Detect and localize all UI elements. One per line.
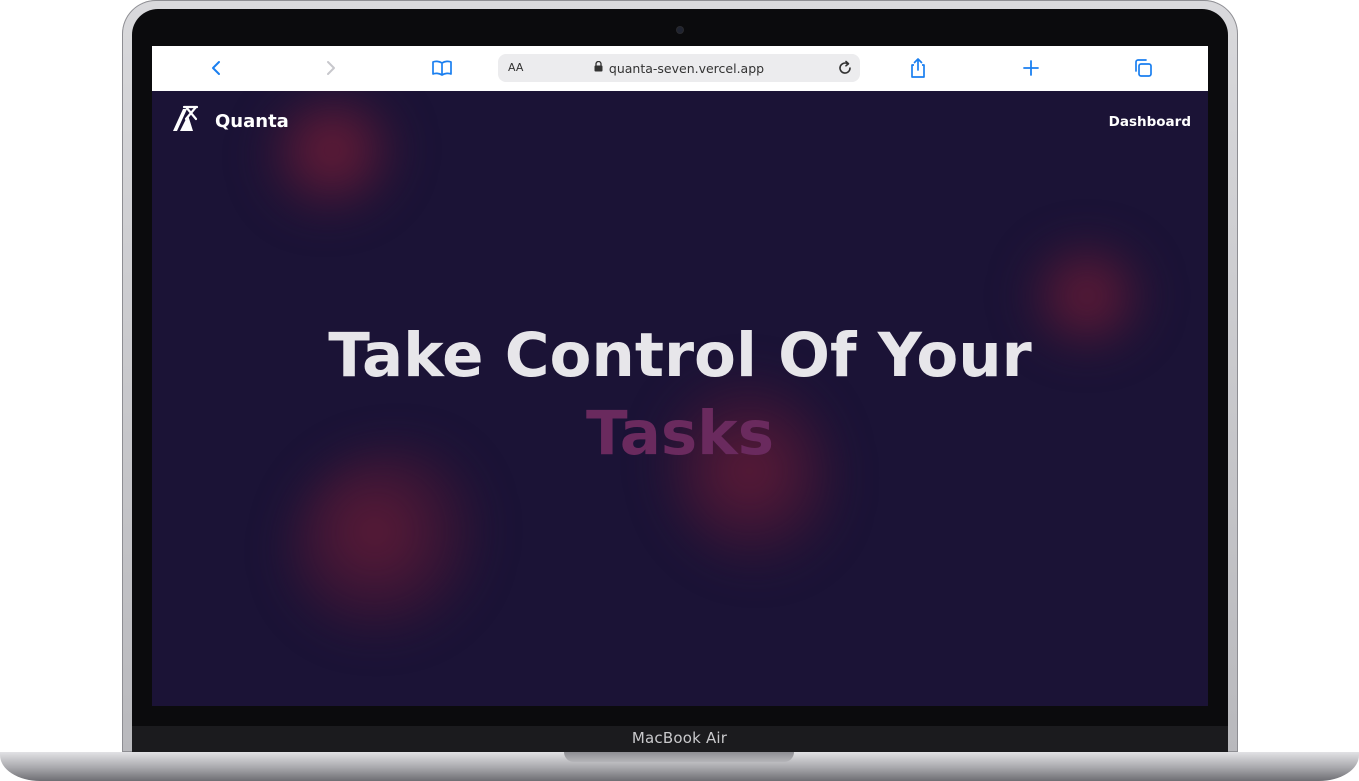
quanta-logo-icon	[171, 105, 199, 138]
hero-line-accent: Tasks	[585, 398, 775, 469]
hero-line-primary: Take Control Of Your	[328, 320, 1032, 391]
lock-icon	[594, 59, 603, 77]
share-icon[interactable]	[905, 55, 931, 81]
book-icon[interactable]	[429, 55, 455, 81]
web-page: Quanta Dashboard Take Control Of Your Ta…	[152, 91, 1208, 706]
decorative-blob	[287, 446, 482, 636]
screen: AA quanta-seven.vercel.app Quanta Dashbo…	[152, 46, 1208, 706]
hero-heading: Take Control Of Your Tasks	[152, 317, 1208, 473]
browser-toolbar: AA quanta-seven.vercel.app	[152, 46, 1208, 92]
brand-link[interactable]: Quanta	[171, 105, 289, 138]
chevron-right-icon[interactable]	[317, 55, 343, 81]
laptop-mockup: AA quanta-seven.vercel.app Quanta Dashbo…	[0, 0, 1359, 781]
brand-name: Quanta	[215, 111, 289, 132]
chevron-left-icon[interactable]	[204, 55, 230, 81]
nav-dashboard-link[interactable]: Dashboard	[1109, 114, 1191, 130]
tabs-icon[interactable]	[1130, 55, 1156, 81]
address-bar[interactable]: AA quanta-seven.vercel.app	[498, 54, 860, 82]
url-display: quanta-seven.vercel.app	[498, 54, 860, 82]
plus-icon[interactable]	[1018, 55, 1044, 81]
lid-notch	[564, 752, 794, 762]
device-label: MacBook Air	[631, 729, 728, 747]
reload-icon[interactable]	[836, 59, 854, 77]
camera-icon	[677, 27, 683, 33]
url-text: quanta-seven.vercel.app	[608, 60, 765, 76]
